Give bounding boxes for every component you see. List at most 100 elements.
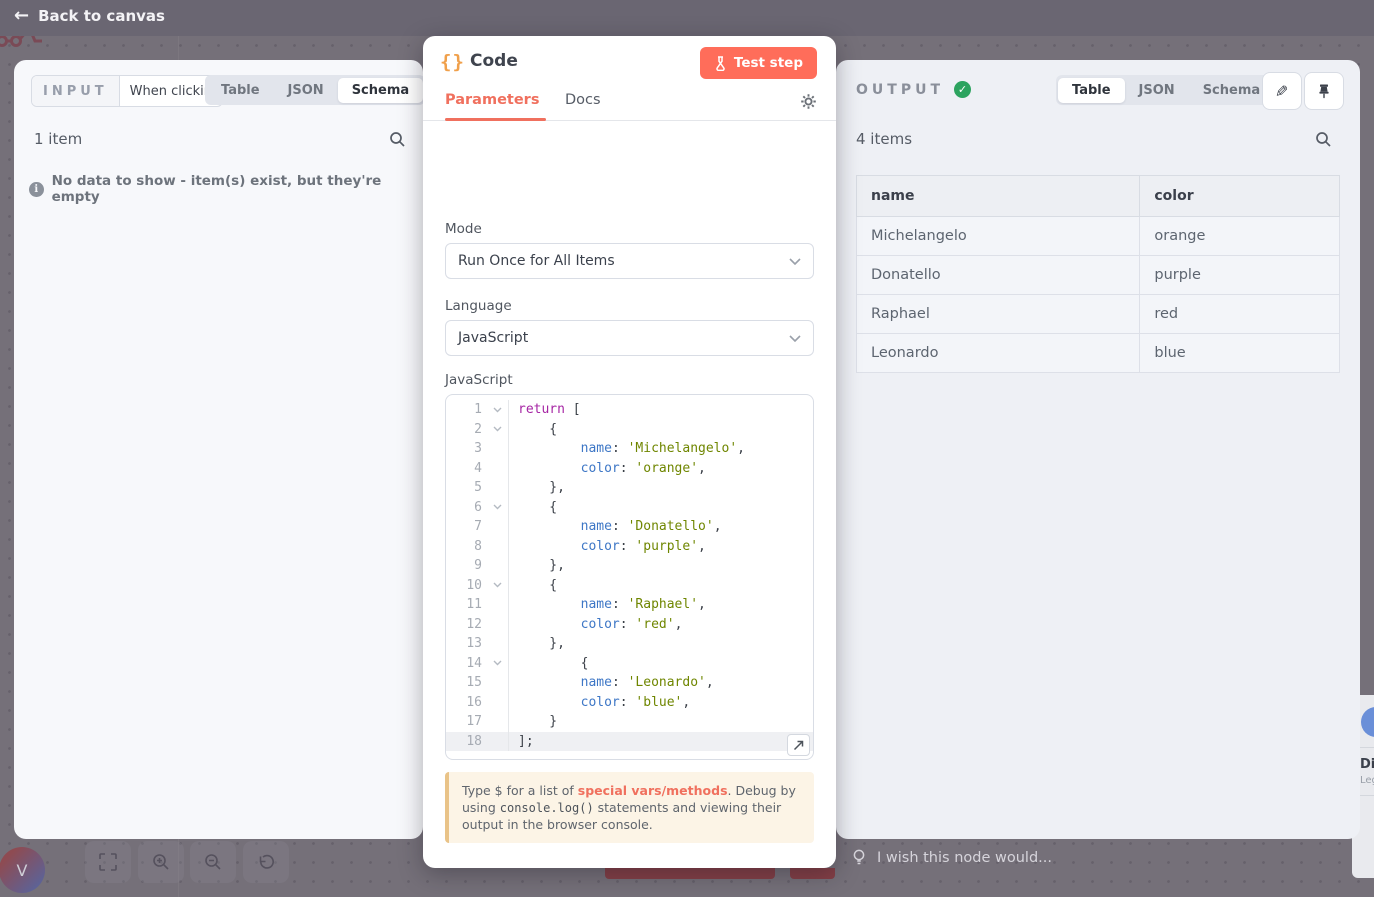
code-line[interactable]: 18]; (446, 732, 813, 752)
code-line[interactable]: 4 color: 'orange', (446, 459, 813, 479)
input-view-tabs: TableJSONSchema (205, 75, 425, 105)
table-cell[interactable]: purple (1140, 256, 1340, 295)
code-text: { (509, 420, 813, 440)
avatar[interactable]: V (0, 847, 45, 893)
code-line[interactable]: 2 { (446, 420, 813, 440)
fold-chevron-icon[interactable] (487, 400, 509, 420)
fold-gutter (487, 459, 509, 479)
code-line[interactable]: 11 name: 'Raphael', (446, 595, 813, 615)
search-icon (389, 131, 406, 148)
input-tab-table[interactable]: Table (207, 78, 274, 103)
modal-header: {} Code Test step Parameters Docs (423, 36, 836, 121)
fold-gutter (487, 556, 509, 576)
fold-chevron-icon[interactable] (487, 420, 509, 440)
table-cell[interactable]: Leonardo (857, 334, 1140, 373)
lightbulb-icon (852, 849, 866, 867)
node-title[interactable]: Code (470, 51, 518, 71)
line-number: 17 (446, 712, 487, 732)
code-line[interactable]: 14 { (446, 654, 813, 674)
fold-gutter (487, 712, 509, 732)
line-number: 9 (446, 556, 487, 576)
line-number: 11 (446, 595, 487, 615)
code-text: name: 'Raphael', (509, 595, 813, 615)
fold-gutter (487, 732, 509, 752)
input-search-button[interactable] (389, 131, 406, 148)
fit-view-button[interactable] (85, 841, 131, 883)
code-line[interactable]: 7 name: 'Donatello', (446, 517, 813, 537)
table-row: Michelangeloorange (857, 217, 1340, 256)
mode-label: Mode (445, 221, 814, 237)
table-row: Donatellopurple (857, 256, 1340, 295)
test-step-button[interactable]: Test step (700, 47, 817, 79)
column-header-color[interactable]: color (1140, 176, 1340, 217)
code-line[interactable]: 9 }, (446, 556, 813, 576)
line-number: 6 (446, 498, 487, 518)
code-line[interactable]: 12 color: 'red', (446, 615, 813, 635)
code-line[interactable]: 17 } (446, 712, 813, 732)
fold-chevron-icon[interactable] (487, 576, 509, 596)
mode-select[interactable]: Run Once for All Items (445, 243, 814, 279)
table-row: Raphaelred (857, 295, 1340, 334)
node-feedback-link[interactable]: I wish this node would... (852, 849, 1052, 867)
code-line[interactable]: 5 }, (446, 478, 813, 498)
output-search-button[interactable] (1315, 131, 1332, 148)
output-panel-label: OUTPUT (856, 82, 944, 98)
line-number: 16 (446, 693, 487, 713)
fold-gutter (487, 693, 509, 713)
input-source-selector: INPUT When clickin (31, 75, 223, 107)
tab-docs[interactable]: Docs (565, 92, 601, 108)
table-row: Leonardoblue (857, 334, 1340, 373)
fold-gutter (487, 595, 509, 615)
code-line[interactable]: 8 color: 'purple', (446, 537, 813, 557)
edit-output-button[interactable]: ✎ (1262, 72, 1302, 110)
input-tab-schema[interactable]: Schema (338, 78, 423, 103)
fold-chevron-icon[interactable] (487, 654, 509, 674)
line-number: 13 (446, 634, 487, 654)
table-cell[interactable]: Raphael (857, 295, 1140, 334)
table-cell[interactable]: Donatello (857, 256, 1140, 295)
code-line[interactable]: 13 }, (446, 634, 813, 654)
code-line[interactable]: 6 { (446, 498, 813, 518)
node-settings-button[interactable] (800, 93, 817, 110)
back-to-canvas-label: Back to canvas (38, 7, 165, 25)
fold-gutter (487, 478, 509, 498)
tab-parameters[interactable]: Parameters (445, 92, 539, 108)
code-line[interactable]: 15 name: 'Leonardo', (446, 673, 813, 693)
code-text: name: 'Leonardo', (509, 673, 813, 693)
gear-icon (800, 93, 817, 110)
output-header: OUTPUT ✓ (856, 81, 971, 98)
table-cell[interactable]: red (1140, 295, 1340, 334)
column-header-name[interactable]: name (857, 176, 1140, 217)
zoom-in-button[interactable] (138, 841, 184, 883)
expand-editor-button[interactable] (787, 734, 810, 756)
input-empty-message: No data to show - item(s) exist, but the… (52, 173, 423, 205)
code-text: { (509, 498, 813, 518)
side-menu-item-label: Dis (1360, 757, 1374, 772)
output-tab-table[interactable]: Table (1058, 78, 1125, 103)
zoom-out-button[interactable] (190, 841, 236, 883)
output-tab-json[interactable]: JSON (1125, 78, 1189, 103)
line-number: 4 (446, 459, 487, 479)
code-line[interactable]: 16 color: 'blue', (446, 693, 813, 713)
language-select[interactable]: JavaScript (445, 320, 814, 356)
special-vars-link[interactable]: special vars/methods (578, 783, 728, 798)
code-text: ]; (509, 732, 813, 752)
canvas-node-button (790, 868, 835, 879)
output-items-count: 4 items (856, 130, 912, 148)
undo-button[interactable] (243, 841, 289, 883)
code-line[interactable]: 1return [ (446, 400, 813, 420)
table-cell[interactable]: Michelangelo (857, 217, 1140, 256)
pin-data-button[interactable] (1304, 72, 1344, 110)
arrow-left-icon: ← (14, 7, 29, 25)
code-editor[interactable]: 1return [2 {3 name: 'Michelangelo',4 col… (445, 394, 814, 760)
flask-icon (714, 56, 727, 71)
code-line[interactable]: 3 name: 'Michelangelo', (446, 439, 813, 459)
fold-chevron-icon[interactable] (487, 498, 509, 518)
back-to-canvas-button[interactable]: ← Back to canvas (14, 7, 165, 25)
input-tab-json[interactable]: JSON (274, 78, 338, 103)
table-cell[interactable]: orange (1140, 217, 1340, 256)
code-text: return [ (509, 400, 813, 420)
table-cell[interactable]: blue (1140, 334, 1340, 373)
output-table: name color MichelangeloorangeDonatellopu… (856, 175, 1340, 373)
code-line[interactable]: 10 { (446, 576, 813, 596)
